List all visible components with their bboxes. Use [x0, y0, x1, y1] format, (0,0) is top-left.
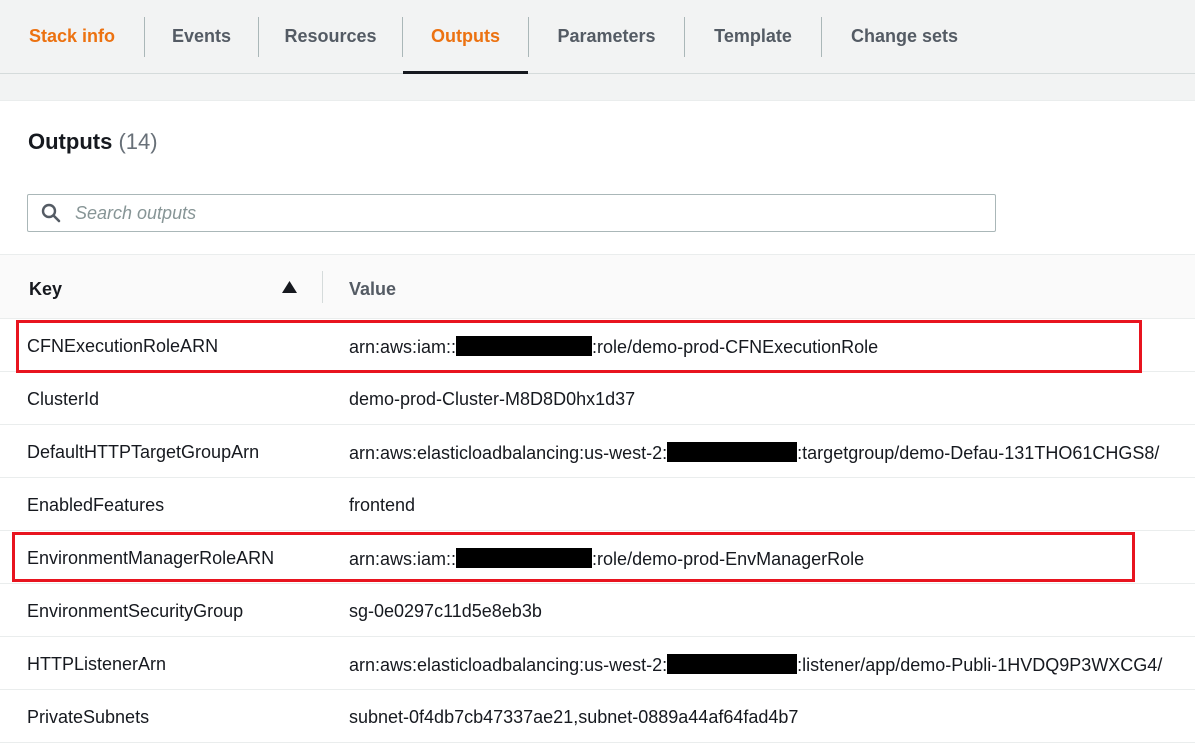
output-value: sg-0e0297c11d5e8eb3b: [349, 601, 542, 622]
output-key: EnvironmentSecurityGroup: [27, 601, 244, 621]
tab-bar: Stack info Events Resources Outputs Paramete…: [0, 0, 1195, 74]
output-value: arn:aws:iam:::role/demo-prod-CFNExecutio…: [349, 336, 878, 358]
outputs-panel: Outputs (14) Key Value CFNExecutionRoleA…: [0, 100, 1195, 745]
redaction-bar: [456, 336, 593, 356]
output-value-text: arn:aws:elasticloadbalancing:us-west-2:: [349, 443, 668, 463]
output-value-text: demo-prod-Cluster-M8D8D0hx1d37: [349, 389, 636, 409]
column-header-value[interactable]: Value: [349, 279, 396, 300]
outputs-table-body: CFNExecutionRoleARN arn:aws:iam:::role/de…: [0, 319, 1195, 743]
table-row[interactable]: CFNExecutionRoleARN arn:aws:iam:::role/de…: [0, 319, 1195, 372]
output-value-text: frontend: [349, 495, 416, 515]
output-value-text: arn:aws:elasticloadbalancing:us-west-2:: [349, 655, 668, 675]
output-key: ClusterId: [27, 389, 100, 409]
output-key: HTTPListenerArn: [27, 654, 167, 674]
page-title: Outputs (14): [28, 129, 158, 155]
output-key: CFNExecutionRoleARN: [27, 336, 219, 356]
table-row[interactable]: EnabledFeatures frontend: [0, 478, 1195, 531]
search-box[interactable]: [27, 194, 996, 232]
table-header: Key Value: [0, 254, 1195, 319]
tab-outputs[interactable]: Outputs: [403, 0, 528, 74]
table-row[interactable]: HTTPListenerArn arn:aws:elasticloadbalanc…: [0, 637, 1195, 690]
output-value-text: arn:aws:iam::: [349, 337, 457, 357]
output-value-suffix: :targetgroup/demo-Defau-131THO61CHGS8/: [797, 443, 1160, 463]
table-row[interactable]: ClusterId demo-prod-Cluster-M8D8D0hx1d37: [0, 372, 1195, 425]
tab-change-sets[interactable]: Change sets: [822, 0, 987, 73]
tab-resources[interactable]: Resources: [259, 0, 402, 73]
column-header-key[interactable]: Key: [29, 279, 62, 300]
redaction-bar: [667, 654, 798, 674]
table-row[interactable]: EnvironmentSecurityGroup sg-0e0297c11d5e8…: [0, 584, 1195, 637]
output-value-suffix: :role/demo-prod-EnvManagerRole: [592, 549, 865, 569]
tab-label: Events: [171, 26, 232, 46]
output-value: arn:aws:elasticloadbalancing:us-west-2::…: [349, 654, 1162, 676]
column-divider[interactable]: [322, 271, 323, 303]
redaction-bar: [456, 548, 593, 568]
output-value-suffix: :listener/app/demo-Publi-1HVDQ9P3WXCG4/: [797, 655, 1163, 675]
tab-label: Parameters: [557, 26, 656, 46]
output-value: frontend: [349, 495, 415, 516]
tab-parameters[interactable]: Parameters: [529, 0, 684, 73]
sort-ascending-icon[interactable]: [282, 281, 297, 293]
search-input[interactable]: [73, 201, 957, 225]
tab-label: Stack info: [28, 26, 116, 46]
output-value-text: subnet-0f4db7cb47337ae21,subnet-0889a44a…: [349, 707, 799, 727]
tab-stack-info[interactable]: Stack info: [0, 0, 144, 73]
tab-template[interactable]: Template: [685, 0, 821, 73]
output-key: PrivateSubnets: [27, 707, 150, 727]
output-value: demo-prod-Cluster-M8D8D0hx1d37: [349, 389, 635, 410]
output-value-suffix: :role/demo-prod-CFNExecutionRole: [592, 337, 879, 357]
tab-label: Template: [714, 26, 792, 46]
output-key: EnabledFeatures: [27, 495, 165, 515]
search-icon: [41, 203, 61, 223]
output-key: EnvironmentManagerRoleARN: [27, 548, 275, 568]
output-value: subnet-0f4db7cb47337ae21,subnet-0889a44a…: [349, 707, 798, 728]
redaction-bar: [667, 442, 798, 462]
tab-label: Outputs: [431, 26, 500, 46]
output-value: arn:aws:elasticloadbalancing:us-west-2::…: [349, 442, 1159, 464]
table-row[interactable]: EnvironmentManagerRoleARN arn:aws:iam:::r…: [0, 531, 1195, 584]
outputs-count: (14): [118, 129, 158, 154]
outputs-title: Outputs: [28, 129, 113, 154]
tab-label: Change sets: [850, 26, 959, 46]
output-key: DefaultHTTPTargetGroupArn: [27, 442, 260, 462]
table-row[interactable]: DefaultHTTPTargetGroupArn arn:aws:elastic…: [0, 425, 1195, 478]
table-row[interactable]: PrivateSubnets subnet-0f4db7cb47337ae21,s…: [0, 690, 1195, 743]
tab-events[interactable]: Events: [145, 0, 258, 73]
tab-label: Resources: [284, 26, 377, 46]
output-value-text: sg-0e0297c11d5e8eb3b: [349, 601, 542, 621]
output-value-text: arn:aws:iam::: [349, 549, 457, 569]
output-value: arn:aws:iam:::role/demo-prod-EnvManagerR…: [349, 548, 864, 570]
